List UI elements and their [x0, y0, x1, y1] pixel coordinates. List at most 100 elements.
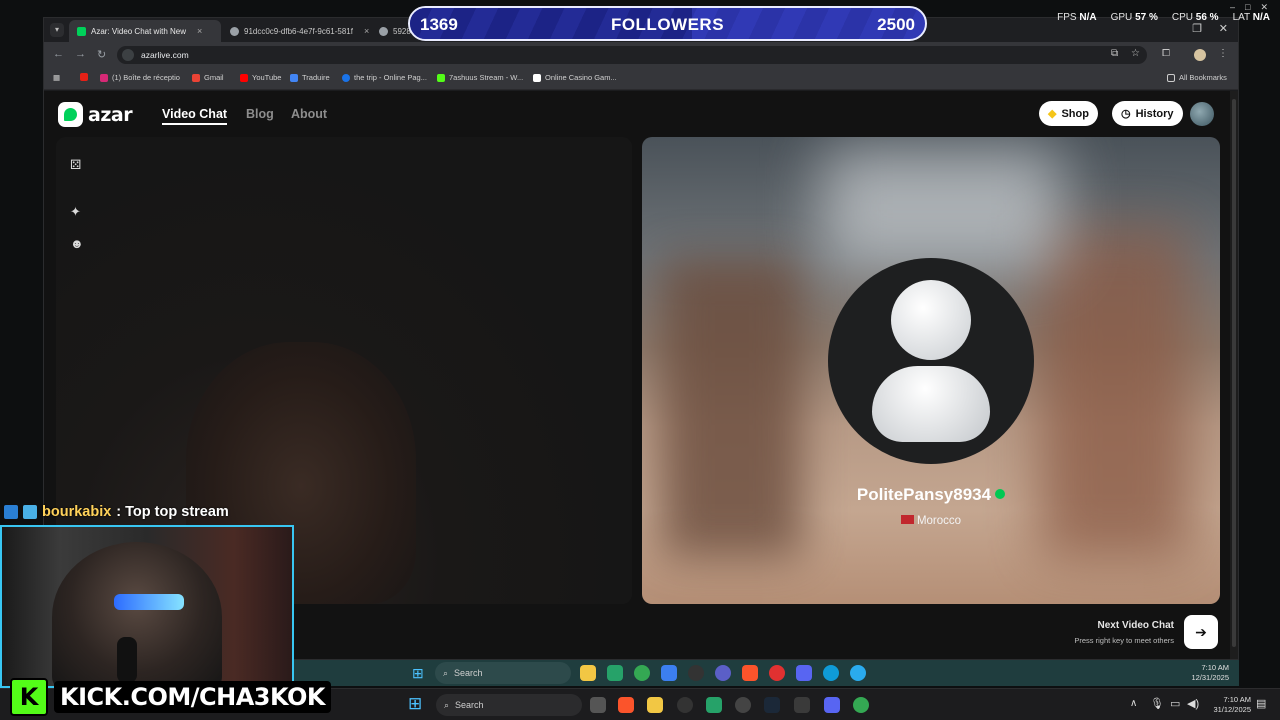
user-avatar[interactable] — [1190, 102, 1214, 126]
history-button[interactable]: ◷ History — [1112, 101, 1183, 126]
face-filter-icon[interactable]: ☻ — [70, 236, 84, 251]
history-label: History — [1135, 107, 1174, 120]
windows-start-icon[interactable]: ⊞ — [412, 665, 424, 682]
host-clock[interactable]: 7:10 AM 31/12/2025 — [1205, 695, 1251, 715]
all-bookmarks[interactable]: All Bookmarks — [1167, 73, 1227, 82]
notification-icon[interactable]: ▤ — [1256, 697, 1266, 710]
search-icon: ⌕ — [443, 667, 449, 678]
tab-search-icon[interactable]: ▾ — [50, 23, 64, 37]
obs-icon[interactable] — [677, 697, 693, 713]
kick-channel-url: KICK.COM/CHA3KOK — [54, 681, 332, 713]
peer-username: PolitePansy8934 — [642, 485, 1220, 505]
bookmark-item[interactable]: Gmail — [192, 73, 224, 82]
tab-other[interactable]: 59282f — [371, 20, 411, 42]
verified-badge-icon — [995, 489, 1006, 499]
remote-clock: 7:10 AM 12/31/2025 — [1191, 663, 1229, 683]
page-scrollbar[interactable] — [1230, 91, 1238, 659]
microphone-icon[interactable]: 🎙 — [1150, 697, 1164, 710]
tab-azar[interactable]: Azar: Video Chat with New × — [69, 20, 221, 42]
kick-channel-banner: K KICK.COM/CHA3KOK — [10, 678, 332, 716]
address-bar[interactable]: azarlive.com — [117, 46, 1147, 64]
nav-about[interactable]: About — [291, 107, 327, 121]
file-explorer-icon[interactable] — [580, 665, 596, 681]
followers-goal: 2500 — [877, 15, 915, 34]
app-icon[interactable] — [715, 665, 731, 681]
close-window-icon[interactable]: ✕ — [1219, 22, 1228, 35]
file-explorer-icon[interactable] — [647, 697, 663, 713]
menu-dots-icon[interactable]: ⋮ — [1218, 48, 1228, 59]
remote-search-box[interactable]: ⌕ Search — [435, 662, 571, 684]
bookmark-item[interactable]: the trip - Online Pag... — [342, 73, 427, 82]
store-icon[interactable] — [607, 665, 623, 681]
profile-avatar[interactable] — [1194, 49, 1206, 61]
bookmark-item[interactable]: 7ashuus Stream - W... — [437, 73, 523, 82]
apps-grid-icon[interactable]: ▦ — [53, 73, 60, 82]
instagram-icon — [100, 73, 108, 82]
site-info-icon[interactable] — [122, 49, 134, 61]
peer-avatar-placeholder-icon — [828, 258, 1034, 464]
fps-stat: FPS N/A — [1057, 12, 1097, 23]
chrome-icon[interactable] — [634, 665, 650, 681]
network-icon[interactable]: ▭ — [1170, 697, 1180, 710]
app-icon[interactable] — [735, 697, 751, 713]
chat-text: : Top top stream — [116, 504, 229, 520]
app-icon[interactable] — [706, 697, 722, 713]
chevron-up-icon[interactable]: ∧ — [1130, 698, 1137, 709]
task-view-icon[interactable] — [590, 697, 606, 713]
country-name: Morocco — [916, 515, 962, 527]
mail-icon[interactable] — [661, 665, 677, 681]
chat-badge-icon — [23, 505, 37, 519]
app-icon[interactable] — [794, 697, 810, 713]
cpu-stat: CPU 56 % — [1171, 12, 1219, 23]
bookmark-youtube-mini-icon[interactable] — [80, 73, 88, 81]
obs-icon[interactable] — [688, 665, 704, 681]
windows-start-icon[interactable]: ⊞ — [408, 694, 422, 714]
close-tab-icon[interactable]: × — [197, 26, 202, 36]
volume-icon[interactable]: ◀) — [1187, 697, 1199, 710]
kick-icon — [437, 73, 445, 82]
extensions-icon[interactable]: ⧠ — [1162, 48, 1170, 59]
microphone-icon — [117, 637, 137, 683]
sparkle-effects-icon[interactable]: ✦ — [70, 204, 81, 220]
nav-blog[interactable]: Blog — [246, 107, 274, 121]
performance-stats: FPS N/A GPU 57 % CPU 56 % LAT N/A — [1057, 12, 1270, 23]
bookmark-item[interactable]: (1) Boîte de réceptio — [100, 73, 180, 82]
discord-icon[interactable] — [824, 697, 840, 713]
tab-title: 91dcc0c9-dfb6-4e7f-9c61-581f — [244, 26, 353, 36]
app-icon[interactable] — [769, 665, 785, 681]
bookmark-star-icon[interactable]: ☆ — [1131, 48, 1140, 59]
translate-icon — [290, 73, 298, 82]
bookmark-item[interactable]: YouTube — [240, 73, 281, 82]
forward-icon[interactable]: → — [75, 48, 86, 60]
back-icon[interactable]: ← — [53, 48, 64, 60]
search-placeholder: Search — [455, 700, 484, 710]
brave-icon[interactable] — [742, 665, 758, 681]
reload-icon[interactable]: ↻ — [97, 48, 106, 61]
install-app-icon[interactable]: ⧉ — [1111, 48, 1118, 59]
azar-logo-icon — [58, 102, 83, 127]
bookmark-item[interactable]: Traduire — [290, 73, 330, 82]
azar-favicon-icon — [77, 26, 86, 36]
peer-name-text: PolitePansy8934 — [856, 485, 992, 504]
telegram-icon[interactable] — [850, 665, 866, 681]
logo-text: azar — [88, 103, 133, 126]
steam-icon[interactable] — [764, 697, 780, 713]
next-chat-button[interactable]: ➔ — [1184, 615, 1218, 649]
azar-logo[interactable]: azar — [58, 102, 133, 127]
shop-button[interactable]: ◆ Shop — [1039, 101, 1098, 126]
host-date: 31/12/2025 — [1213, 705, 1251, 714]
globe-icon — [379, 26, 388, 36]
dice-icon[interactable]: ⚄ — [70, 157, 81, 173]
tab-uuid[interactable]: 91dcc0c9-dfb6-4e7f-9c61-581f × — [222, 20, 370, 42]
brave-icon[interactable] — [618, 697, 634, 713]
gmail-icon — [192, 73, 200, 82]
edge-icon[interactable] — [823, 665, 839, 681]
streamer-webcam — [0, 525, 294, 688]
bookmark-item[interactable]: Online Casino Gam... — [533, 73, 617, 82]
restore-window-icon[interactable]: ❐ — [1192, 22, 1202, 35]
nav-video-chat[interactable]: Video Chat — [162, 107, 228, 125]
chrome-icon[interactable] — [853, 697, 869, 713]
host-search-box[interactable]: ⌕ Search — [436, 694, 582, 716]
discord-icon[interactable] — [796, 665, 812, 681]
close-tab-icon[interactable]: × — [364, 26, 369, 36]
